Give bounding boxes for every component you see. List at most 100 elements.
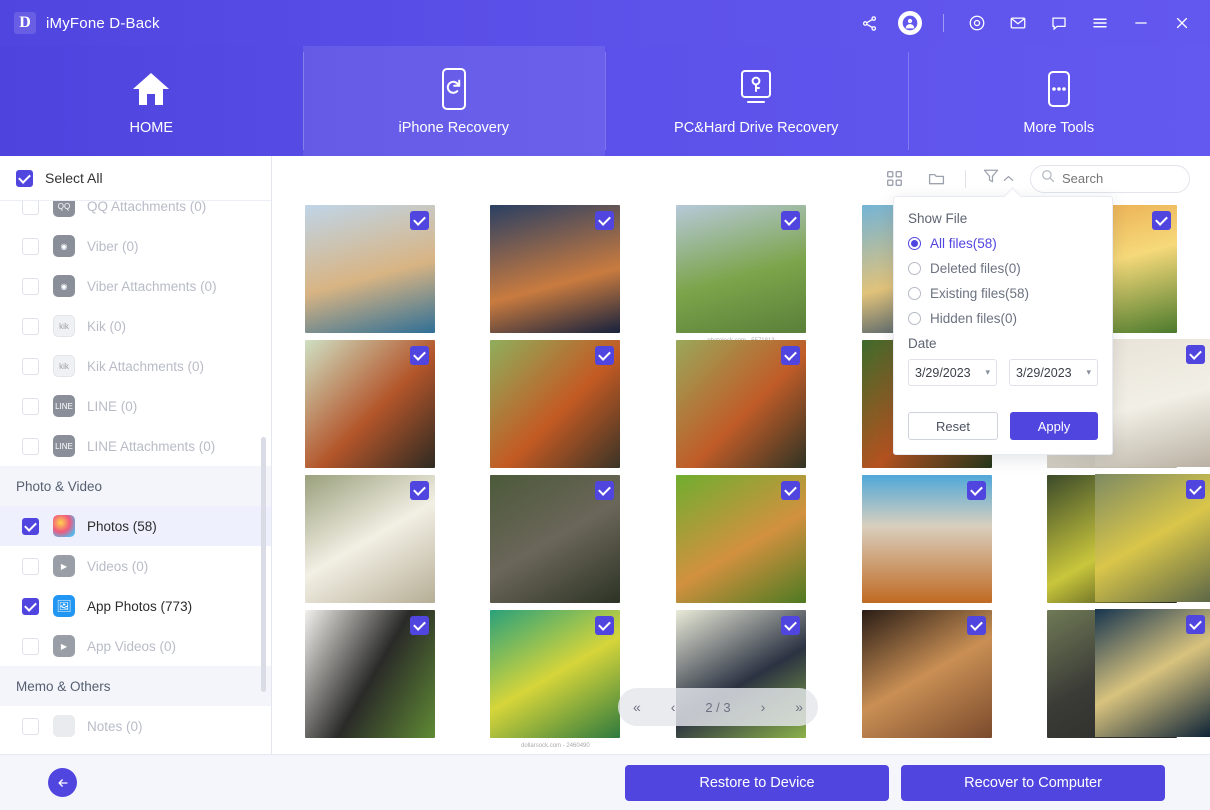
photo-select-badge[interactable] — [780, 346, 800, 365]
photo-select-badge[interactable] — [595, 616, 615, 635]
photo-tile[interactable] — [304, 205, 435, 333]
chevron-down-icon[interactable]: ▾ — [985, 367, 990, 378]
sidebar-item-app-photos[interactable]: 🖼 App Photos (773) — [0, 586, 271, 626]
sidebar-checkbox[interactable] — [22, 597, 39, 615]
radio-icon[interactable] — [908, 287, 921, 300]
chevron-left-icon[interactable]: ‹ — [671, 699, 676, 715]
sidebar-item-notes[interactable]: Notes (0) — [0, 706, 271, 746]
recover-to-computer-button[interactable]: Recover to Computer — [901, 764, 1165, 801]
photo-tile[interactable]: dollarsock.com - 2460490 — [490, 610, 621, 749]
photo-select-badge[interactable] — [966, 616, 986, 635]
sidebar-item-photos[interactable]: Photos (58) — [0, 506, 271, 546]
select-all-row[interactable]: Select All — [0, 156, 271, 201]
radio-icon[interactable] — [908, 312, 921, 325]
filter-option-existing-files[interactable]: Existing files(58) — [908, 286, 1098, 301]
mail-icon[interactable] — [1006, 11, 1030, 35]
photo-select-badge[interactable] — [595, 346, 615, 365]
date-from-value: 3/29/2023 — [915, 365, 971, 380]
sidebar-item-qq-attachments[interactable]: QQ QQ Attachments (0) — [0, 201, 271, 226]
sidebar-checkbox[interactable] — [22, 317, 39, 335]
radio-icon[interactable] — [908, 262, 921, 275]
back-button[interactable] — [48, 768, 77, 797]
reset-button[interactable]: Reset — [908, 412, 998, 440]
menu-icon[interactable] — [1088, 11, 1112, 35]
grid-view-icon[interactable] — [881, 166, 907, 192]
restore-to-device-button[interactable]: Restore to Device — [625, 764, 889, 801]
account-icon[interactable] — [898, 11, 922, 35]
nav-tab-pc-hard-drive-recovery[interactable]: PC&Hard Drive Recovery — [605, 46, 908, 156]
photo-tile[interactable] — [861, 475, 992, 603]
sidebar-checkbox[interactable] — [22, 277, 39, 295]
photo-tile[interactable] — [490, 340, 621, 468]
close-icon[interactable] — [1170, 11, 1194, 35]
filter-option-hidden-files[interactable]: Hidden files(0) — [908, 311, 1098, 326]
target-icon[interactable] — [965, 11, 989, 35]
sidebar-checkbox[interactable] — [22, 237, 39, 255]
photo-tile[interactable] — [1095, 474, 1210, 602]
search-input[interactable] — [1062, 171, 1174, 186]
chat-icon[interactable] — [1047, 11, 1071, 35]
photo-select-badge[interactable] — [595, 211, 615, 230]
nav-tab-home[interactable]: HOME — [0, 46, 303, 156]
photo-tile[interactable]: photolock.com - 5571813 — [675, 205, 806, 344]
chevron-right-icon[interactable]: › — [761, 699, 766, 715]
photo-tile[interactable] — [675, 475, 806, 603]
photo-select-badge[interactable] — [409, 211, 429, 230]
chevron-down-icon[interactable]: ▾ — [1086, 367, 1091, 378]
photo-select-badge[interactable] — [1186, 480, 1205, 499]
photo-select-badge[interactable] — [1152, 211, 1172, 230]
photo-select-badge[interactable] — [780, 481, 800, 500]
sidebar-item-app-videos[interactable]: ▶ App Videos (0) — [0, 626, 271, 666]
photo-tile[interactable] — [1095, 609, 1210, 737]
photo-select-badge[interactable] — [595, 481, 615, 500]
photo-tile[interactable] — [304, 610, 435, 738]
pagination-overlay[interactable]: « ‹ 2 / 3 › » — [618, 688, 818, 726]
filter-option-deleted-files[interactable]: Deleted files(0) — [908, 261, 1098, 276]
photo-tile[interactable] — [675, 340, 806, 468]
sidebar-item-kik-attachments[interactable]: kik Kik Attachments (0) — [0, 346, 271, 386]
photo-select-badge[interactable] — [966, 481, 986, 500]
filter-button[interactable] — [982, 167, 1014, 190]
photo-tile[interactable] — [490, 475, 621, 603]
radio-icon[interactable] — [908, 237, 921, 250]
folder-view-icon[interactable] — [923, 166, 949, 192]
sidebar-checkbox[interactable] — [22, 517, 39, 535]
sidebar-item-videos[interactable]: ▶ Videos (0) — [0, 546, 271, 586]
nav-tab-more-tools[interactable]: More Tools — [907, 46, 1210, 156]
photo-select-badge[interactable] — [780, 211, 800, 230]
apply-button[interactable]: Apply — [1010, 412, 1098, 440]
sidebar-checkbox[interactable] — [22, 201, 39, 215]
sidebar-checkbox[interactable] — [22, 357, 39, 375]
double-chevron-left-icon[interactable]: « — [633, 699, 641, 715]
photo-select-badge[interactable] — [409, 481, 429, 500]
sidebar-checkbox[interactable] — [22, 557, 39, 575]
search-box[interactable] — [1030, 164, 1190, 193]
photo-select-badge[interactable] — [409, 346, 429, 365]
filter-option-all-files[interactable]: All files(58) — [908, 236, 1098, 251]
photo-select-badge[interactable] — [1186, 345, 1205, 364]
sidebar-scrollbar[interactable] — [261, 437, 266, 692]
share-icon[interactable] — [857, 11, 881, 35]
nav-tab-iphone-recovery[interactable]: iPhone Recovery — [302, 46, 605, 156]
date-to-input[interactable]: 3/29/2023 ▾ — [1009, 359, 1098, 386]
photo-tile[interactable] — [304, 340, 435, 468]
photo-tile[interactable] — [490, 205, 621, 333]
sidebar-item-viber-attachments[interactable]: ◉ Viber Attachments (0) — [0, 266, 271, 306]
sidebar-checkbox[interactable] — [22, 397, 39, 415]
sidebar-checkbox[interactable] — [22, 437, 39, 455]
photo-select-badge[interactable] — [1186, 615, 1205, 634]
date-from-input[interactable]: 3/29/2023 ▾ — [908, 359, 997, 386]
sidebar-item-viber[interactable]: ◉ Viber (0) — [0, 226, 271, 266]
sidebar-item-kik[interactable]: kik Kik (0) — [0, 306, 271, 346]
sidebar-checkbox[interactable] — [22, 637, 39, 655]
sidebar-checkbox[interactable] — [22, 717, 39, 735]
photo-select-badge[interactable] — [780, 616, 800, 635]
sidebar-item-line-attachments[interactable]: LINE LINE Attachments (0) — [0, 426, 271, 466]
photo-tile[interactable] — [304, 475, 435, 603]
sidebar-item-line[interactable]: LINE LINE (0) — [0, 386, 271, 426]
minimize-icon[interactable] — [1129, 11, 1153, 35]
photo-select-badge[interactable] — [409, 616, 429, 635]
select-all-checkbox[interactable] — [16, 169, 33, 187]
double-chevron-right-icon[interactable]: » — [795, 699, 803, 715]
photo-tile[interactable] — [861, 610, 992, 738]
